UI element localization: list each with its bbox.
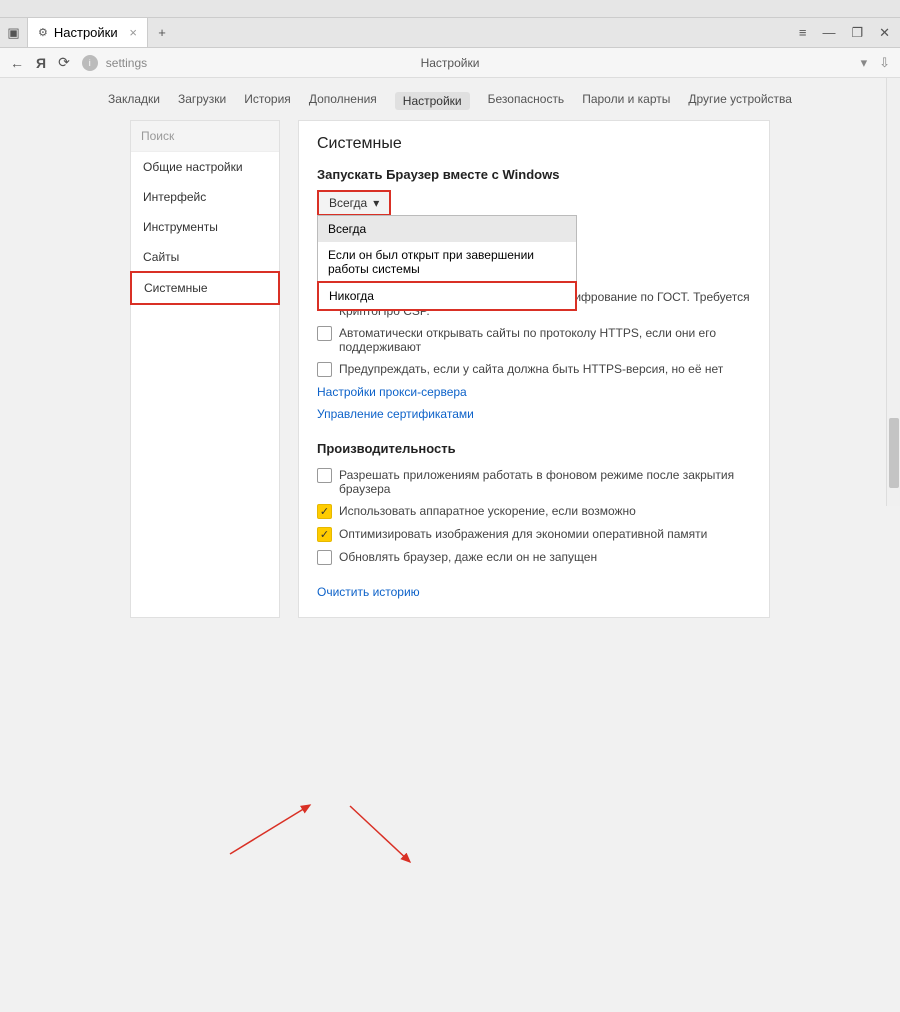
page-title-center: Настройки bbox=[421, 56, 480, 70]
yandex-home-button[interactable]: Я bbox=[36, 55, 46, 71]
topnav-item[interactable]: Пароли и карты bbox=[582, 92, 670, 110]
checkbox-label: Использовать аппаратное ускорение, если … bbox=[339, 504, 636, 518]
url-text: settings bbox=[106, 56, 147, 70]
downloads-icon[interactable]: ⇩ bbox=[879, 55, 890, 71]
sidebar-item[interactable]: Инструменты bbox=[131, 212, 279, 242]
sidebar-items: Общие настройкиИнтерфейсИнструментыСайты… bbox=[131, 152, 279, 305]
settings-sidebar: Поиск Общие настройкиИнтерфейсИнструмент… bbox=[130, 120, 280, 618]
checkbox-label: Разрешать приложениям работать в фоновом… bbox=[339, 468, 751, 496]
launch-heading: Запускать Браузер вместе с Windows bbox=[317, 167, 751, 182]
settings-main-panel: Системные Запускать Браузер вместе с Win… bbox=[298, 120, 770, 618]
tab-strip: ▣ ⚙ Настройки × + ≡ — ❐ ✕ bbox=[0, 18, 900, 48]
checkbox[interactable] bbox=[317, 362, 332, 377]
site-info-icon[interactable]: i bbox=[82, 55, 98, 71]
checkbox[interactable] bbox=[317, 326, 332, 341]
chevron-down-icon: ▾ bbox=[373, 196, 379, 210]
window-titlebar bbox=[0, 0, 900, 18]
checkbox-label: Автоматически открывать сайты по протоко… bbox=[339, 326, 751, 354]
browser-tab[interactable]: ⚙ Настройки × bbox=[28, 18, 148, 47]
page-scrollbar[interactable] bbox=[886, 78, 900, 506]
panels-icon[interactable]: ▣ bbox=[0, 18, 28, 47]
dropdown-option[interactable]: Если он был открыт при завершении работы… bbox=[318, 242, 576, 282]
checkbox[interactable] bbox=[317, 550, 332, 565]
reload-button[interactable]: ⟳ bbox=[58, 54, 70, 71]
topnav-item[interactable]: История bbox=[244, 92, 291, 110]
dropdown-option[interactable]: Всегда bbox=[318, 216, 576, 242]
checkbox[interactable]: ✓ bbox=[317, 527, 332, 542]
checkbox-label: Предупреждать, если у сайта должна быть … bbox=[339, 362, 723, 376]
proxy-settings-link[interactable]: Настройки прокси-сервера bbox=[317, 381, 751, 403]
bookmark-icon[interactable]: ▾ bbox=[861, 55, 868, 71]
dropdown-selected-label: Всегда bbox=[329, 196, 367, 210]
window-close-icon[interactable]: ✕ bbox=[879, 25, 890, 41]
sidebar-item[interactable]: Сайты bbox=[131, 242, 279, 272]
scrollbar-thumb[interactable] bbox=[889, 418, 899, 488]
sidebar-item[interactable]: Системные bbox=[130, 271, 280, 305]
checkbox-row[interactable]: Автоматически открывать сайты по протоко… bbox=[317, 322, 751, 358]
dropdown-option[interactable]: Никогда bbox=[317, 281, 577, 311]
topnav-item[interactable]: Безопасность bbox=[488, 92, 565, 110]
tab-close-icon[interactable]: × bbox=[129, 25, 137, 40]
topnav-item[interactable]: Дополнения bbox=[309, 92, 377, 110]
settings-top-nav: Закладки Загрузки История Дополнения Настрой… bbox=[0, 78, 900, 120]
launch-mode-dropdown-menu: ВсегдаЕсли он был открыт при завершении … bbox=[317, 215, 577, 311]
minimize-icon[interactable]: — bbox=[822, 25, 835, 40]
topnav-item[interactable]: Настройки bbox=[395, 92, 470, 110]
performance-heading: Производительность bbox=[317, 441, 751, 456]
back-button[interactable]: ← bbox=[10, 55, 24, 71]
checkbox[interactable] bbox=[317, 468, 332, 483]
annotation-arrows bbox=[0, 618, 900, 1012]
manage-certs-link[interactable]: Управление сертификатами bbox=[317, 403, 751, 425]
gear-icon: ⚙ bbox=[38, 26, 48, 39]
maximize-icon[interactable]: ❐ bbox=[851, 25, 863, 41]
topnav-item[interactable]: Загрузки bbox=[178, 92, 226, 110]
address-bar[interactable]: i settings Настройки bbox=[82, 55, 849, 71]
clear-history-link[interactable]: Очистить историю bbox=[317, 581, 751, 603]
sidebar-item[interactable]: Интерфейс bbox=[131, 182, 279, 212]
topnav-item[interactable]: Закладки bbox=[108, 92, 160, 110]
page-heading: Системные bbox=[317, 135, 751, 153]
new-tab-button[interactable]: + bbox=[148, 18, 176, 47]
checkbox-row[interactable]: Предупреждать, если у сайта должна быть … bbox=[317, 358, 751, 381]
topnav-item[interactable]: Другие устройства bbox=[688, 92, 792, 110]
checkbox-label: Обновлять браузер, даже если он не запущ… bbox=[339, 550, 597, 564]
menu-icon[interactable]: ≡ bbox=[799, 25, 807, 40]
checkbox[interactable]: ✓ bbox=[317, 504, 332, 519]
launch-mode-dropdown[interactable]: Всегда ▾ bbox=[317, 190, 391, 216]
checkbox-row[interactable]: Разрешать приложениям работать в фоновом… bbox=[317, 464, 751, 500]
tab-title: Настройки bbox=[54, 25, 118, 40]
checkbox-label: Оптимизировать изображения для экономии … bbox=[339, 527, 707, 541]
address-bar-row: ← Я ⟳ i settings Настройки ▾ ⇩ bbox=[0, 48, 900, 78]
checkbox-row[interactable]: Обновлять браузер, даже если он не запущ… bbox=[317, 546, 751, 569]
sidebar-search[interactable]: Поиск bbox=[131, 121, 279, 152]
checkbox-row[interactable]: ✓ Использовать аппаратное ускорение, если… bbox=[317, 500, 751, 523]
checkbox-row[interactable]: ✓ Оптимизировать изображения для экономии… bbox=[317, 523, 751, 546]
sidebar-item[interactable]: Общие настройки bbox=[131, 152, 279, 182]
